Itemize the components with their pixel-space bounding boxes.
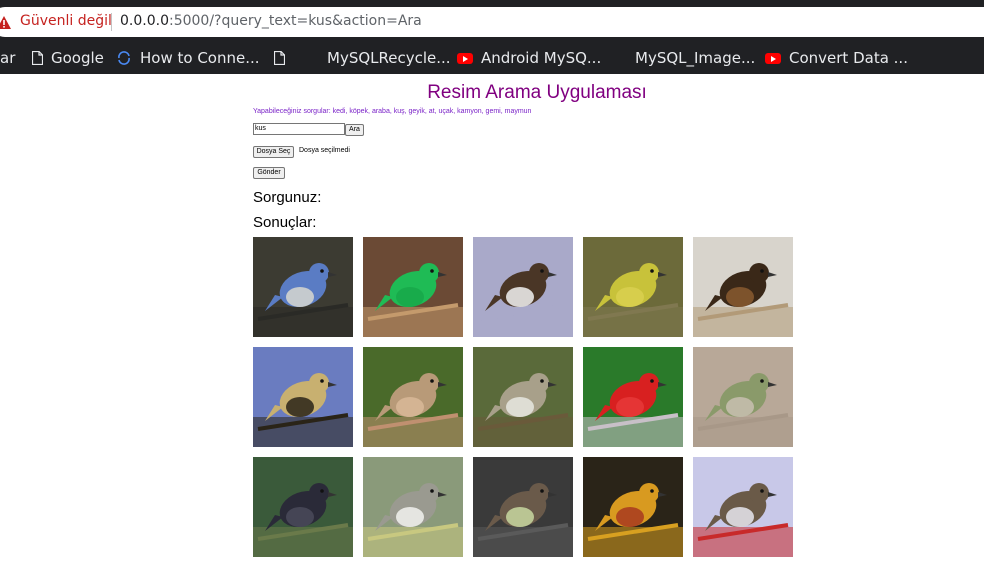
bookmark-mysql-image[interactable]: MySQL_Image...	[635, 42, 755, 74]
file-icon	[32, 51, 43, 65]
choose-file-button[interactable]: Dosya Seç	[253, 146, 294, 158]
bird-thumbnail	[693, 237, 793, 337]
warning-icon[interactable]	[0, 16, 11, 29]
bird-thumbnail	[583, 237, 683, 337]
result-image	[363, 347, 463, 447]
result-image	[583, 347, 683, 447]
bird-thumbnail	[253, 237, 353, 337]
query-hint: Yapabileceğiniz sorgular: kedi, köpek, a…	[253, 108, 532, 115]
bookmark-android-mysq[interactable]: Android MySQ...	[457, 42, 601, 74]
bookmark-label: MySQLRecycle...	[327, 49, 451, 67]
search-button[interactable]: Ara	[345, 124, 364, 136]
search-input[interactable]	[253, 123, 345, 135]
bookmark-label: ar	[0, 49, 16, 67]
bird-thumbnail	[693, 457, 793, 557]
result-image	[693, 347, 793, 447]
query-heading: Sorgunuz:	[253, 189, 322, 206]
bookmark-label: Google	[51, 49, 104, 67]
youtube-icon	[765, 52, 781, 64]
page-title: Resim Arama Uygulaması	[427, 82, 647, 103]
url-host: 0.0.0.0	[120, 13, 169, 29]
file-icon	[274, 51, 285, 65]
bird-thumbnail	[473, 237, 573, 337]
result-image	[583, 457, 683, 557]
bird-thumbnail	[583, 457, 683, 557]
result-image	[253, 237, 353, 337]
bookmark-google[interactable]: Google	[32, 42, 104, 74]
url-text[interactable]: 0.0.0.0:5000/?query_text=kus&action=Ara	[120, 13, 422, 29]
result-image	[583, 237, 683, 337]
result-image	[473, 457, 573, 557]
bookmark-label: Android MySQ...	[481, 49, 602, 67]
result-image	[473, 237, 573, 337]
bird-thumbnail	[253, 347, 353, 447]
bookmark-convert-data[interactable]: Convert Data ...	[765, 42, 908, 74]
bird-thumbnail	[363, 237, 463, 337]
result-image	[473, 347, 573, 447]
bird-thumbnail	[473, 347, 573, 447]
bookmark-ar[interactable]: ar	[0, 42, 15, 74]
bird-thumbnail	[253, 457, 353, 557]
address-bar-area: Güvenli değil 0.0.0.0:5000/?query_text=k…	[0, 0, 984, 42]
bird-thumbnail	[363, 347, 463, 447]
bookmark-label: How to Conne...	[140, 49, 260, 67]
security-label[interactable]: Güvenli değil	[20, 13, 112, 29]
result-image	[693, 237, 793, 337]
bird-thumbnail	[583, 347, 683, 447]
bookmarks-bar: ar Google How to Conne... MySQLRecycle..…	[0, 42, 984, 74]
result-image	[363, 457, 463, 557]
bird-thumbnail	[693, 347, 793, 447]
result-image	[363, 237, 463, 337]
bird-thumbnail	[473, 457, 573, 557]
youtube-icon	[457, 52, 473, 64]
url-path: :5000/?query_text=kus&action=Ara	[168, 13, 422, 29]
bird-thumbnail	[363, 457, 463, 557]
result-image	[693, 457, 793, 557]
submit-button[interactable]: Gönder	[253, 167, 285, 179]
loading-icon	[118, 51, 130, 65]
omnibox[interactable]: Güvenli değil 0.0.0.0:5000/?query_text=k…	[0, 7, 984, 37]
bookmark-label: MySQL_Image...	[635, 49, 756, 67]
results-heading: Sonuçlar:	[253, 214, 317, 231]
result-image	[253, 347, 353, 447]
result-image	[253, 457, 353, 557]
file-status: Dosya seçilmedi	[299, 147, 350, 154]
bookmark-mysqlrecycle[interactable]: MySQLRecycle...	[274, 42, 451, 74]
bookmark-label: Convert Data ...	[789, 49, 908, 67]
omnibox-divider	[111, 13, 112, 31]
bookmark-how-to-connect[interactable]: How to Conne...	[116, 42, 260, 74]
